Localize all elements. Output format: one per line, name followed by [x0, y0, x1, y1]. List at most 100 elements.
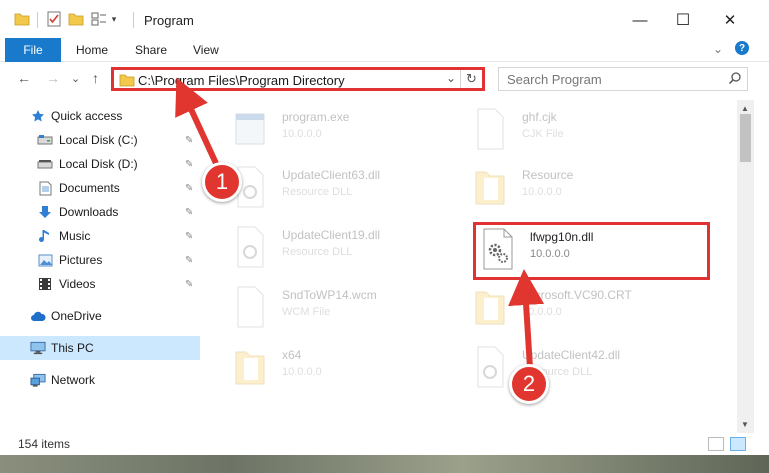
file-name: x64	[282, 348, 302, 362]
search-icon	[728, 71, 742, 88]
properties-icon[interactable]	[46, 10, 62, 28]
vertical-scrollbar[interactable]: ▲ ▼	[737, 100, 754, 433]
computer-icon	[30, 340, 46, 356]
tab-view[interactable]: View	[193, 43, 219, 57]
sidebar-item-pictures[interactable]: Pictures ✎	[0, 248, 200, 272]
network-icon	[30, 372, 46, 388]
pin-icon[interactable]: ✎	[185, 183, 193, 194]
up-button[interactable]: ↑	[92, 70, 99, 86]
sidebar-item-label: Network	[51, 373, 96, 387]
sidebar-item-onedrive[interactable]: OneDrive	[0, 304, 200, 328]
exe-icon	[230, 106, 270, 152]
file-name: SndToWP14.wcm	[282, 288, 377, 302]
sidebar-item-label: Pictures	[59, 253, 103, 267]
file-item[interactable]: program.exe 10.0.0.0	[230, 104, 470, 158]
sidebar-item-label: OneDrive	[51, 309, 102, 323]
sidebar-item-network[interactable]: Network	[0, 368, 200, 392]
search-box[interactable]: Search Program	[498, 67, 748, 91]
file-item[interactable]: x64 10.0.0.0	[230, 342, 470, 396]
file-name: program.exe	[282, 110, 350, 124]
address-bar[interactable]: C:\Program Files\Program Directory ⌄ ↻	[111, 67, 485, 91]
file-item[interactable]: Microsoft.VC90.CRT 10.0.0.0	[470, 282, 710, 336]
forward-button[interactable]: →	[46, 70, 60, 86]
pin-icon[interactable]: ✎	[185, 207, 193, 218]
details-view-icon[interactable]	[708, 437, 724, 451]
file-name: Resource	[522, 168, 574, 182]
pin-icon[interactable]: ✎	[185, 279, 193, 290]
address-path[interactable]: C:\Program Files\Program Directory	[138, 73, 345, 88]
star-icon	[30, 108, 46, 124]
dll-icon	[230, 224, 270, 270]
step-2-badge: 2	[509, 364, 549, 404]
music-icon	[37, 228, 53, 244]
file-item[interactable]: SndToWP14.wcm WCM File	[230, 282, 470, 336]
sidebar-item-documents[interactable]: Documents ✎	[0, 176, 200, 200]
large-icons-view-icon[interactable]	[730, 437, 746, 451]
file-version: 10.0.0.0	[522, 306, 562, 318]
folder-icon	[119, 73, 135, 90]
file-item[interactable]: ghf.cjk CJK File	[470, 104, 710, 158]
sidebar-item-label: Downloads	[59, 205, 119, 219]
file-name: Microsoft.VC90.CRT	[522, 288, 632, 302]
quick-access-dropdown-icon[interactable]: ▾	[108, 10, 120, 28]
file-item[interactable]: UpdateClient42.dll Resource DLL	[470, 342, 710, 396]
new-folder-icon[interactable]	[68, 10, 84, 28]
recent-locations-button[interactable]: ⌄	[71, 72, 80, 85]
search-input[interactable]: Search Program	[507, 72, 602, 87]
drive-icon	[37, 132, 53, 148]
sidebar-item-label: Videos	[59, 277, 96, 291]
folder-icon	[470, 164, 510, 210]
close-button[interactable]: ✕	[715, 8, 745, 32]
divider	[37, 12, 38, 28]
address-dropdown-icon[interactable]: ⌄	[446, 71, 456, 85]
file-version: WCM File	[282, 306, 331, 318]
sidebar-item-label: Quick access	[51, 109, 123, 123]
cloud-icon	[30, 308, 46, 324]
tab-home[interactable]: Home	[76, 43, 108, 57]
file-icon	[230, 284, 270, 330]
sidebar-item-music[interactable]: Music ✎	[0, 224, 200, 248]
back-button[interactable]: ←	[17, 70, 31, 86]
refresh-button[interactable]: ↻	[460, 70, 482, 88]
minimize-button[interactable]: —	[625, 8, 655, 32]
folder-icon	[230, 344, 270, 390]
folder-icon	[14, 10, 30, 28]
file-item[interactable]: UpdateClient63.dll Resource DLL	[230, 162, 470, 216]
customize-view-icon[interactable]	[90, 10, 108, 28]
pin-icon[interactable]: ✎	[185, 135, 193, 146]
pictures-icon	[37, 252, 53, 268]
pin-icon[interactable]: ✎	[185, 231, 193, 242]
tab-file[interactable]: File	[5, 38, 61, 62]
sidebar-item-videos[interactable]: Videos ✎	[0, 272, 200, 296]
file-name: UpdateClient19.dll	[282, 228, 381, 242]
file-name: UpdateClient42.dll	[522, 348, 621, 362]
file-icon	[470, 106, 510, 152]
videos-icon	[37, 276, 53, 292]
file-item[interactable]: Resource 10.0.0.0	[470, 162, 710, 216]
item-count: 154 items	[18, 437, 71, 451]
file-version: 10.0.0.0	[282, 366, 322, 378]
scroll-thumb[interactable]	[740, 114, 751, 162]
sidebar-item-this-pc[interactable]: This PC	[0, 336, 200, 360]
file-version: Resource DLL	[282, 186, 353, 198]
tab-share[interactable]: Share	[135, 43, 167, 57]
pin-icon[interactable]: ✎	[185, 159, 193, 170]
scroll-down-icon[interactable]: ▼	[741, 420, 749, 429]
dll-icon	[470, 344, 510, 390]
file-name: ghf.cjk	[522, 110, 557, 124]
scroll-up-icon[interactable]: ▲	[741, 104, 749, 113]
file-item[interactable]: UpdateClient19.dll Resource DLL	[230, 222, 470, 276]
folder-icon	[470, 284, 510, 330]
navigation-pane: Quick access Local Disk (C:) ✎ Local Dis…	[0, 100, 205, 433]
expand-ribbon-icon[interactable]: ⌄	[713, 42, 723, 56]
title-bar: ▾ Program — ☐ ✕	[0, 0, 769, 38]
help-icon[interactable]: ?	[735, 41, 749, 55]
file-version: 10.0.0.0	[522, 186, 562, 198]
maximize-button[interactable]: ☐	[668, 8, 698, 32]
ribbon-tabs: File Home Share View ⌄ ?	[0, 38, 769, 62]
sidebar-item-quick-access[interactable]: Quick access	[0, 104, 200, 128]
sidebar-item-local-disk-c[interactable]: Local Disk (C:) ✎	[0, 128, 200, 152]
pin-icon[interactable]: ✎	[185, 255, 193, 266]
sidebar-item-downloads[interactable]: Downloads ✎	[0, 200, 200, 224]
sidebar-item-local-disk-d[interactable]: Local Disk (D:) ✎	[0, 152, 200, 176]
